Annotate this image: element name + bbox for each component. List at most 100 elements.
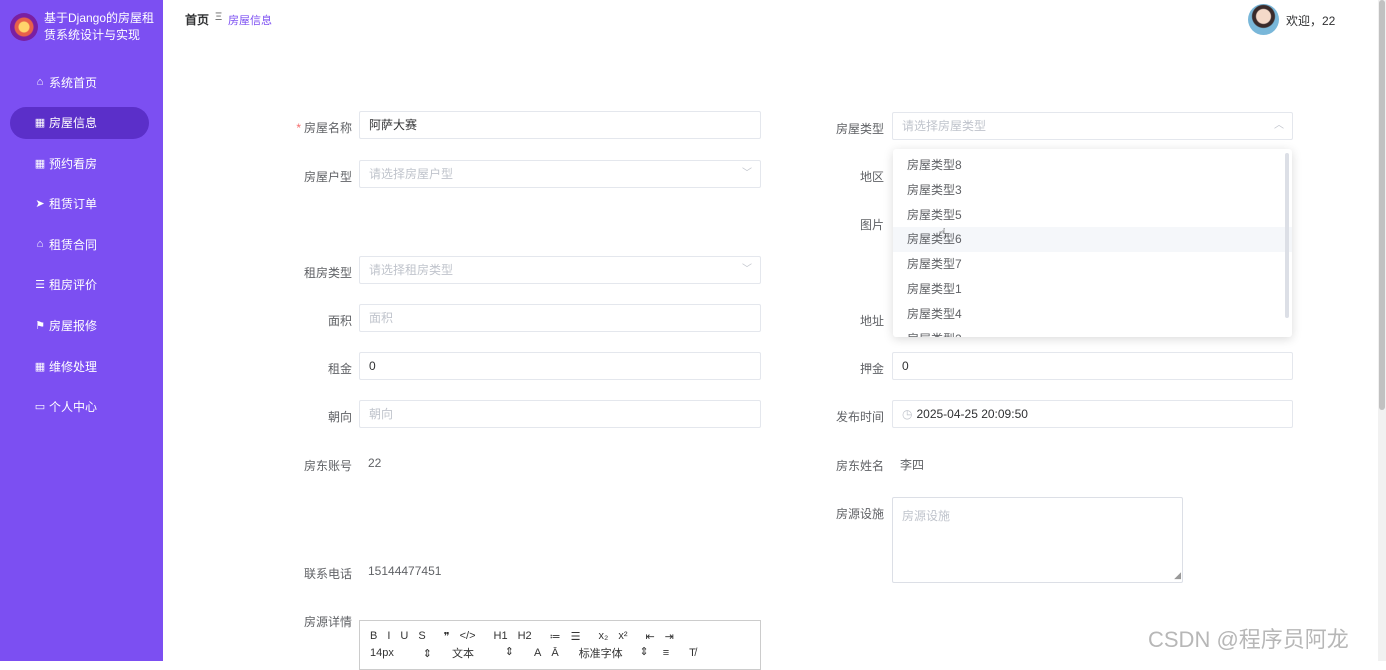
sidebar-item-label: 租赁合同	[49, 237, 98, 252]
sidebar-item-0[interactable]: ⌂ 系统首页	[10, 66, 149, 98]
clear-format-icon[interactable]: T̸	[689, 647, 696, 659]
watermark: CSDN @程序员阿龙	[1148, 627, 1349, 652]
house-type-select[interactable]: 请选择房屋类型 ︿	[892, 112, 1293, 140]
breadcrumb-home[interactable]: 首页	[185, 11, 209, 28]
background-color-icon[interactable]: Ā	[551, 647, 558, 659]
facilities-label: 房源设施	[835, 507, 884, 521]
editor-toolbar-icon[interactable]: S	[418, 630, 425, 642]
landlord-name-label: 房东姓名	[835, 459, 884, 473]
page-scrollbar[interactable]	[1378, 0, 1386, 661]
editor-toolbar-row-1: B I U S ❞ </> H1 H2 ≔ ☰ x₂ x² ⇤ ⇥	[360, 628, 674, 644]
house-icon: ⌂	[36, 238, 44, 251]
grid-icon: ▦	[34, 117, 46, 130]
image-label: 图片	[859, 218, 884, 232]
chevron-down-icon: ﹀	[742, 264, 752, 275]
chevron-down-icon: ﹀	[742, 168, 752, 179]
details-label: 房源详情	[303, 615, 352, 629]
grid-icon: ▦	[34, 360, 46, 373]
sidebar-item-8[interactable]: ▭ 个人中心	[10, 391, 149, 423]
dropdown-option[interactable]: 房屋类型2	[893, 327, 1292, 337]
editor-toolbar-icon[interactable]: H2	[518, 630, 532, 642]
avatar[interactable]	[1248, 4, 1279, 35]
sidebar-item-label: 维修处理	[49, 359, 98, 374]
font-family-select[interactable]: 标准字体 ⇕	[579, 645, 649, 661]
sidebar-item-label: 房屋报修	[49, 319, 98, 334]
editor-toolbar-icon[interactable]: H1	[494, 630, 508, 642]
editor-toolbar-icon[interactable]: ⇥	[665, 630, 674, 643]
top-bar: 首页 Ξ 房屋信息 欢迎，22	[163, 0, 1378, 40]
editor-toolbar-icon[interactable]: ❞	[444, 630, 450, 643]
area-label: 面积	[327, 314, 352, 328]
orientation-input[interactable]: 朝向	[359, 400, 761, 428]
address-label: 地址	[859, 314, 884, 328]
required-mark: *	[296, 121, 301, 135]
editor-toolbar-icon[interactable]: ⇤	[645, 630, 654, 643]
house-layout-select[interactable]: 请选择房屋户型 ﹀	[359, 160, 761, 188]
editor-toolbar-icon[interactable]: x₂	[599, 630, 609, 642]
rent-input[interactable]: 0	[359, 352, 761, 380]
chevron-up-icon: ︿	[1274, 120, 1284, 131]
send-icon: ➤	[35, 198, 45, 211]
phone-value: 15144477451	[368, 564, 442, 578]
grid-icon: ▦	[34, 157, 46, 170]
dropdown-option[interactable]: 房屋类型8	[893, 153, 1292, 178]
area-input[interactable]: 面积	[359, 304, 761, 332]
pointer-cursor-icon: ☝	[938, 225, 947, 241]
landlord-name-value: 李四	[900, 458, 925, 472]
sidebar: 基于Django的房屋租赁系统设计与实现 ⌂ 系统首页 ▦ 房屋信息 ▦ 预约看房 ➤ 租赁订…	[0, 0, 163, 661]
editor-toolbar-icon[interactable]: I	[387, 630, 390, 642]
align-icon[interactable]: ≡	[663, 647, 669, 659]
dropdown-option[interactable]: 房屋类型4	[893, 302, 1292, 327]
sidebar-item-label: 预约看房	[49, 156, 98, 171]
dropdown-option[interactable]: 房屋类型1	[893, 277, 1292, 302]
editor-toolbar-icon[interactable]: </>	[460, 630, 476, 642]
block-format-select[interactable]: 文本 ⇕	[452, 645, 514, 661]
editor-toolbar-icon[interactable]: ≔	[550, 630, 561, 643]
dropdown-option[interactable]: 房屋类型6	[893, 227, 1292, 253]
sidebar-item-label: 租赁订单	[49, 197, 98, 212]
sliders-icon: ☰	[35, 279, 45, 292]
house-name-label: * 房屋名称	[296, 121, 352, 135]
dropdown-options: 房屋类型8房屋类型3房屋类型5房屋类型6房屋类型7房屋类型1房屋类型4房屋类型2	[893, 149, 1292, 337]
sidebar-item-label: 房屋信息	[49, 116, 98, 131]
font-color-icon[interactable]: A	[534, 647, 541, 659]
dropdown-option[interactable]: 房屋类型7	[893, 252, 1292, 277]
dropdown-scrollbar[interactable]	[1285, 153, 1289, 318]
rich-text-editor[interactable]: B I U S ❞ </> H1 H2 ≔ ☰ x₂ x² ⇤ ⇥ 14px ⇕ 文本 ⇕ A Ā 标准字…	[359, 620, 761, 670]
scrollbar-thumb[interactable]	[1379, 0, 1385, 410]
deposit-input[interactable]: 0	[892, 352, 1293, 380]
app-logo: 基于Django的房屋租赁系统设计与实现	[10, 10, 160, 50]
sidebar-item-2[interactable]: ▦ 预约看房	[10, 147, 149, 179]
region-label: 地区	[859, 170, 884, 184]
sidebar-item-4[interactable]: ⌂ 租赁合同	[10, 228, 149, 260]
rent-label: 租金	[327, 362, 352, 376]
phone-label: 联系电话	[303, 567, 352, 581]
sidebar-item-label: 系统首页	[49, 75, 98, 90]
breadcrumb-current: 房屋信息	[228, 15, 272, 27]
house-name-input[interactable]: 阿萨大赛	[359, 111, 761, 139]
sidebar-item-5[interactable]: ☰ 租房评价	[10, 269, 149, 301]
card-icon: ▭	[34, 401, 46, 414]
house-type-label: 房屋类型	[835, 122, 884, 136]
dropdown-option[interactable]: 房屋类型5	[893, 203, 1292, 228]
editor-toolbar-icon[interactable]: ☰	[571, 630, 581, 643]
sidebar-item-label: 个人中心	[49, 400, 98, 415]
rent-type-select[interactable]: 请选择租房类型 ﹀	[359, 256, 761, 284]
welcome-text: 欢迎，22	[1286, 14, 1336, 28]
resize-handle-icon[interactable]: ◢	[1174, 570, 1181, 581]
sidebar-item-6[interactable]: ⚑ 房屋报修	[10, 310, 149, 342]
sidebar-item-7[interactable]: ▦ 维修处理	[10, 350, 149, 382]
editor-toolbar-icon[interactable]: U	[400, 630, 408, 642]
editor-toolbar-icon[interactable]: x²	[618, 630, 627, 642]
rent-type-label: 租房类型	[303, 266, 352, 280]
landlord-account-label: 房东账号	[303, 459, 352, 473]
sidebar-item-3[interactable]: ➤ 租赁订单	[10, 188, 149, 220]
publish-time-picker[interactable]: ◷ 2025-04-25 20:09:50	[892, 400, 1293, 428]
editor-toolbar-icon[interactable]: B	[370, 630, 377, 642]
dropdown-option[interactable]: 房屋类型3	[893, 178, 1292, 203]
orientation-label: 朝向	[327, 410, 352, 424]
app-title: 基于Django的房屋租赁系统设计与实现	[44, 11, 155, 42]
font-size-select[interactable]: 14px ⇕	[370, 647, 432, 660]
sidebar-item-1[interactable]: ▦ 房屋信息	[10, 106, 149, 139]
facilities-textarea[interactable]: 房源设施 ◢	[892, 497, 1183, 583]
